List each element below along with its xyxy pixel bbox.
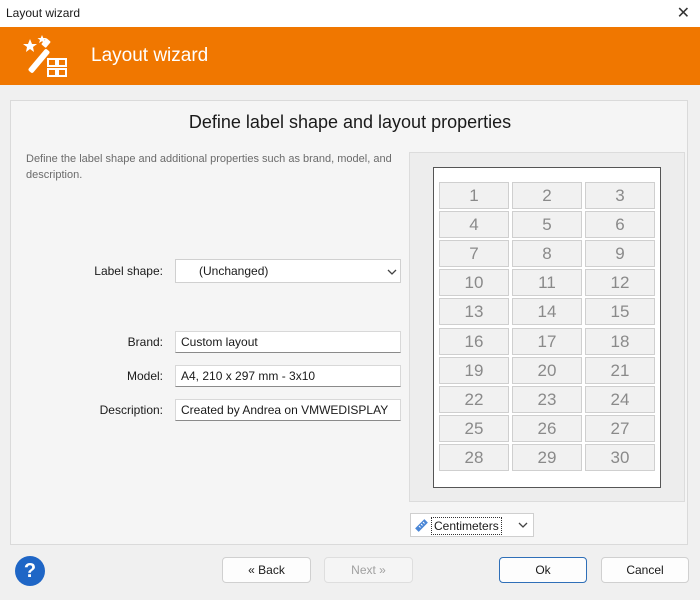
preview-label-cell: 17 xyxy=(512,327,582,355)
preview-label-cell: 10 xyxy=(439,269,509,297)
description-label: Description: xyxy=(99,403,163,417)
preview-label-cell: 3 xyxy=(585,182,655,209)
preview-label-cell: 11 xyxy=(512,269,582,297)
next-button[interactable]: Next » xyxy=(324,557,413,583)
cancel-button[interactable]: Cancel xyxy=(601,557,689,583)
preview-label-cell: 27 xyxy=(585,414,655,442)
preview-label-cell: 26 xyxy=(512,414,582,442)
chevron-down-icon xyxy=(387,269,397,275)
label-shape-value: (Unchanged) xyxy=(199,264,269,278)
label-shape-label: Label shape: xyxy=(94,264,163,278)
preview-label-cell: 7 xyxy=(439,240,509,268)
page-description: Define the label shape and additional pr… xyxy=(26,153,392,181)
preview-label-cell: 4 xyxy=(439,211,509,239)
model-field[interactable]: A4, 210 x 297 mm - 3x10 xyxy=(175,365,401,387)
preview-label-cell: 28 xyxy=(439,443,509,471)
close-icon[interactable]: ✕ xyxy=(677,3,690,23)
preview-label-cell: 2 xyxy=(512,182,582,209)
preview-label-cell: 19 xyxy=(439,356,509,384)
preview-label-cell: 20 xyxy=(512,356,582,384)
preview-label-cell: 15 xyxy=(585,298,655,326)
preview-label-cell: 30 xyxy=(585,443,655,471)
preview-label-cell: 21 xyxy=(585,356,655,384)
preview-label-cell: 23 xyxy=(512,385,582,413)
preview-label-cell: 12 xyxy=(585,269,655,297)
model-label: Model: xyxy=(126,369,163,383)
preview-label-cell: 9 xyxy=(585,240,655,268)
preview-label-cell: 8 xyxy=(512,240,582,268)
preview-label-cell: 22 xyxy=(439,385,509,413)
layout-preview-sheet: 1 2 3 4 5 6 7 8 9 10 11 12 13 14 15 16 17 18 19 20 21 22 23 24 2… xyxy=(433,167,661,488)
wizard-header: Layout wizard xyxy=(0,27,700,85)
title-bar: Layout wizard ✕ xyxy=(0,0,700,28)
preview-label-cell: 5 xyxy=(512,211,582,239)
ruler-icon xyxy=(415,519,428,532)
ok-button[interactable]: Ok xyxy=(499,557,587,583)
preview-label-cell: 16 xyxy=(439,327,509,355)
preview-label-cell: 6 xyxy=(585,211,655,239)
units-value: Centimeters xyxy=(431,517,502,535)
description-field[interactable]: Created by Andrea on VMWEDISPLAY xyxy=(175,399,401,421)
page-heading: Define label shape and layout properties xyxy=(188,112,512,132)
preview-label-cell: 25 xyxy=(439,414,509,442)
chevron-down-icon xyxy=(518,522,528,528)
help-icon[interactable]: ? xyxy=(15,556,45,586)
magic-wand-icon xyxy=(23,35,67,77)
label-shape-select[interactable]: (Unchanged) xyxy=(175,259,401,283)
header-title: Layout wizard xyxy=(91,45,209,66)
preview-label-cell: 1 xyxy=(439,182,509,209)
preview-label-cell: 24 xyxy=(585,385,655,413)
units-select[interactable]: Centimeters xyxy=(410,513,534,537)
back-button[interactable]: « Back xyxy=(222,557,311,583)
preview-label-cell: 14 xyxy=(512,298,582,326)
brand-field[interactable]: Custom layout xyxy=(175,331,401,353)
brand-label: Brand: xyxy=(127,335,163,349)
window-title: Layout wizard xyxy=(6,6,81,20)
preview-label-cell: 29 xyxy=(512,443,582,471)
preview-label-cell: 13 xyxy=(439,298,509,326)
preview-label-cell: 18 xyxy=(585,327,655,355)
